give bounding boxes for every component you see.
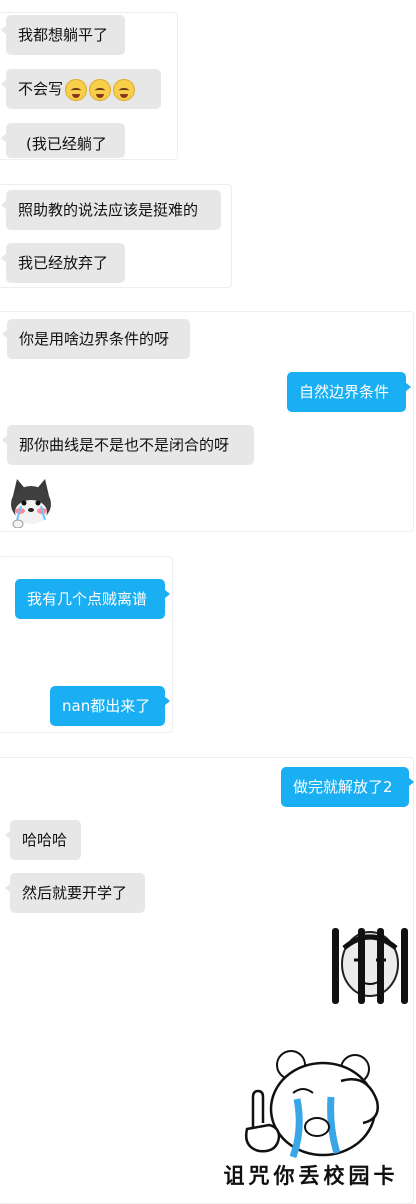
message-bubble[interactable]: 你是用啥边界条件的呀: [2, 319, 190, 359]
message-text: 我有几个点贼离谱: [27, 590, 148, 608]
message-text: 那你曲线是不是也不是闭合的呀: [19, 436, 230, 454]
message-text: nan都出来了: [62, 697, 151, 715]
message-bubble[interactable]: 我有几个点贼离谱: [15, 579, 170, 619]
message-bubble[interactable]: 然后就要开学了: [5, 873, 145, 913]
message-text: 我已经放弃了: [18, 254, 109, 272]
message-bubble[interactable]: nan都出来了: [50, 686, 170, 726]
message-bubble[interactable]: 照助教的说法应该是挺难的: [1, 190, 221, 230]
message-text: 哈哈哈: [22, 831, 68, 849]
yawning-face-icon: [89, 78, 112, 101]
crying-bear-middle-finger-sticker[interactable]: 诅咒你丢校园卡: [213, 1031, 409, 1196]
yawning-face-icon: [65, 78, 88, 101]
message-bubble[interactable]: 做完就解放了2: [281, 767, 414, 807]
message-bubble[interactable]: 我已经放弃了: [1, 243, 125, 283]
message-text: 我都想躺平了: [18, 26, 109, 44]
message-text: 不会写: [18, 80, 64, 98]
message-bubble[interactable]: 哈哈哈: [5, 820, 81, 860]
behind-bars-face-sticker[interactable]: [330, 926, 410, 1006]
message-bubble[interactable]: 自然边界条件: [287, 372, 411, 412]
message-text: (我已经躺了: [26, 135, 107, 153]
message-bubble[interactable]: 我都想躺平了: [1, 15, 125, 55]
yawning-face-icon: [113, 78, 136, 101]
message-bubble[interactable]: 不会写: [1, 69, 161, 109]
message-text: 你是用啥边界条件的呀: [19, 330, 170, 348]
message-text: 然后就要开学了: [22, 884, 128, 902]
message-text: 做完就解放了2: [293, 778, 393, 796]
message-bubble[interactable]: 那你曲线是不是也不是闭合的呀: [2, 425, 254, 465]
sticker-caption: 诅咒你丢校园卡: [223, 1163, 399, 1188]
message-bubble[interactable]: (我已经躺了: [1, 123, 125, 158]
crying-shiba-dog-sticker[interactable]: [5, 476, 57, 528]
message-text: 照助教的说法应该是挺难的: [18, 201, 199, 219]
message-text: 自然边界条件: [299, 383, 390, 401]
